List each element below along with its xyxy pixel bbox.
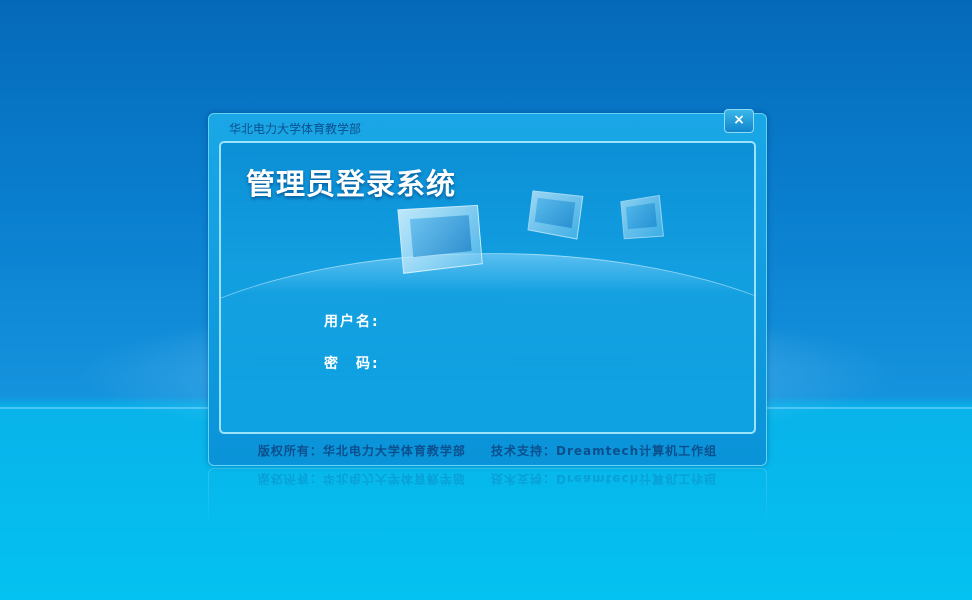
copyright-text: 版权所有：华北电力大学体育教学部	[257, 444, 466, 458]
username-input[interactable]	[389, 309, 573, 331]
decorative-arc	[221, 253, 754, 432]
page-title: 管理员登录系统	[246, 167, 457, 201]
footer: 版权所有：华北电力大学体育教学部 技术支持：Dreamtech计算机工作组	[209, 442, 766, 459]
window-title: 华北电力大学体育教学部	[229, 122, 362, 136]
dialog-reflection: 版权所有：华北电力大学体育教学部 技术支持：Dreamtech计算机工作组	[208, 468, 767, 528]
password-label: 密 码:	[324, 356, 380, 372]
page-illustration-icon	[620, 194, 664, 240]
login-panel: 管理员登录系统 用户名: 密 码:	[219, 141, 756, 434]
reflection-support-text: 技术支持：Dreamtech计算机工作组	[491, 472, 718, 486]
close-button[interactable]: ×	[724, 109, 754, 133]
support-text: 技术支持：Dreamtech计算机工作组	[491, 444, 718, 458]
reflection-copyright-text: 版权所有：华北电力大学体育教学部	[257, 472, 466, 486]
title-bar: 华北电力大学体育教学部	[209, 114, 766, 140]
screen-illustration-icon	[397, 204, 483, 274]
document-illustration-icon	[527, 190, 584, 240]
password-input[interactable]	[389, 351, 573, 373]
login-dialog: 华北电力大学体育教学部 × 管理员登录系统 用户名: 密 码: 版权所有：华北电…	[208, 109, 767, 466]
username-label: 用户名:	[324, 314, 380, 330]
